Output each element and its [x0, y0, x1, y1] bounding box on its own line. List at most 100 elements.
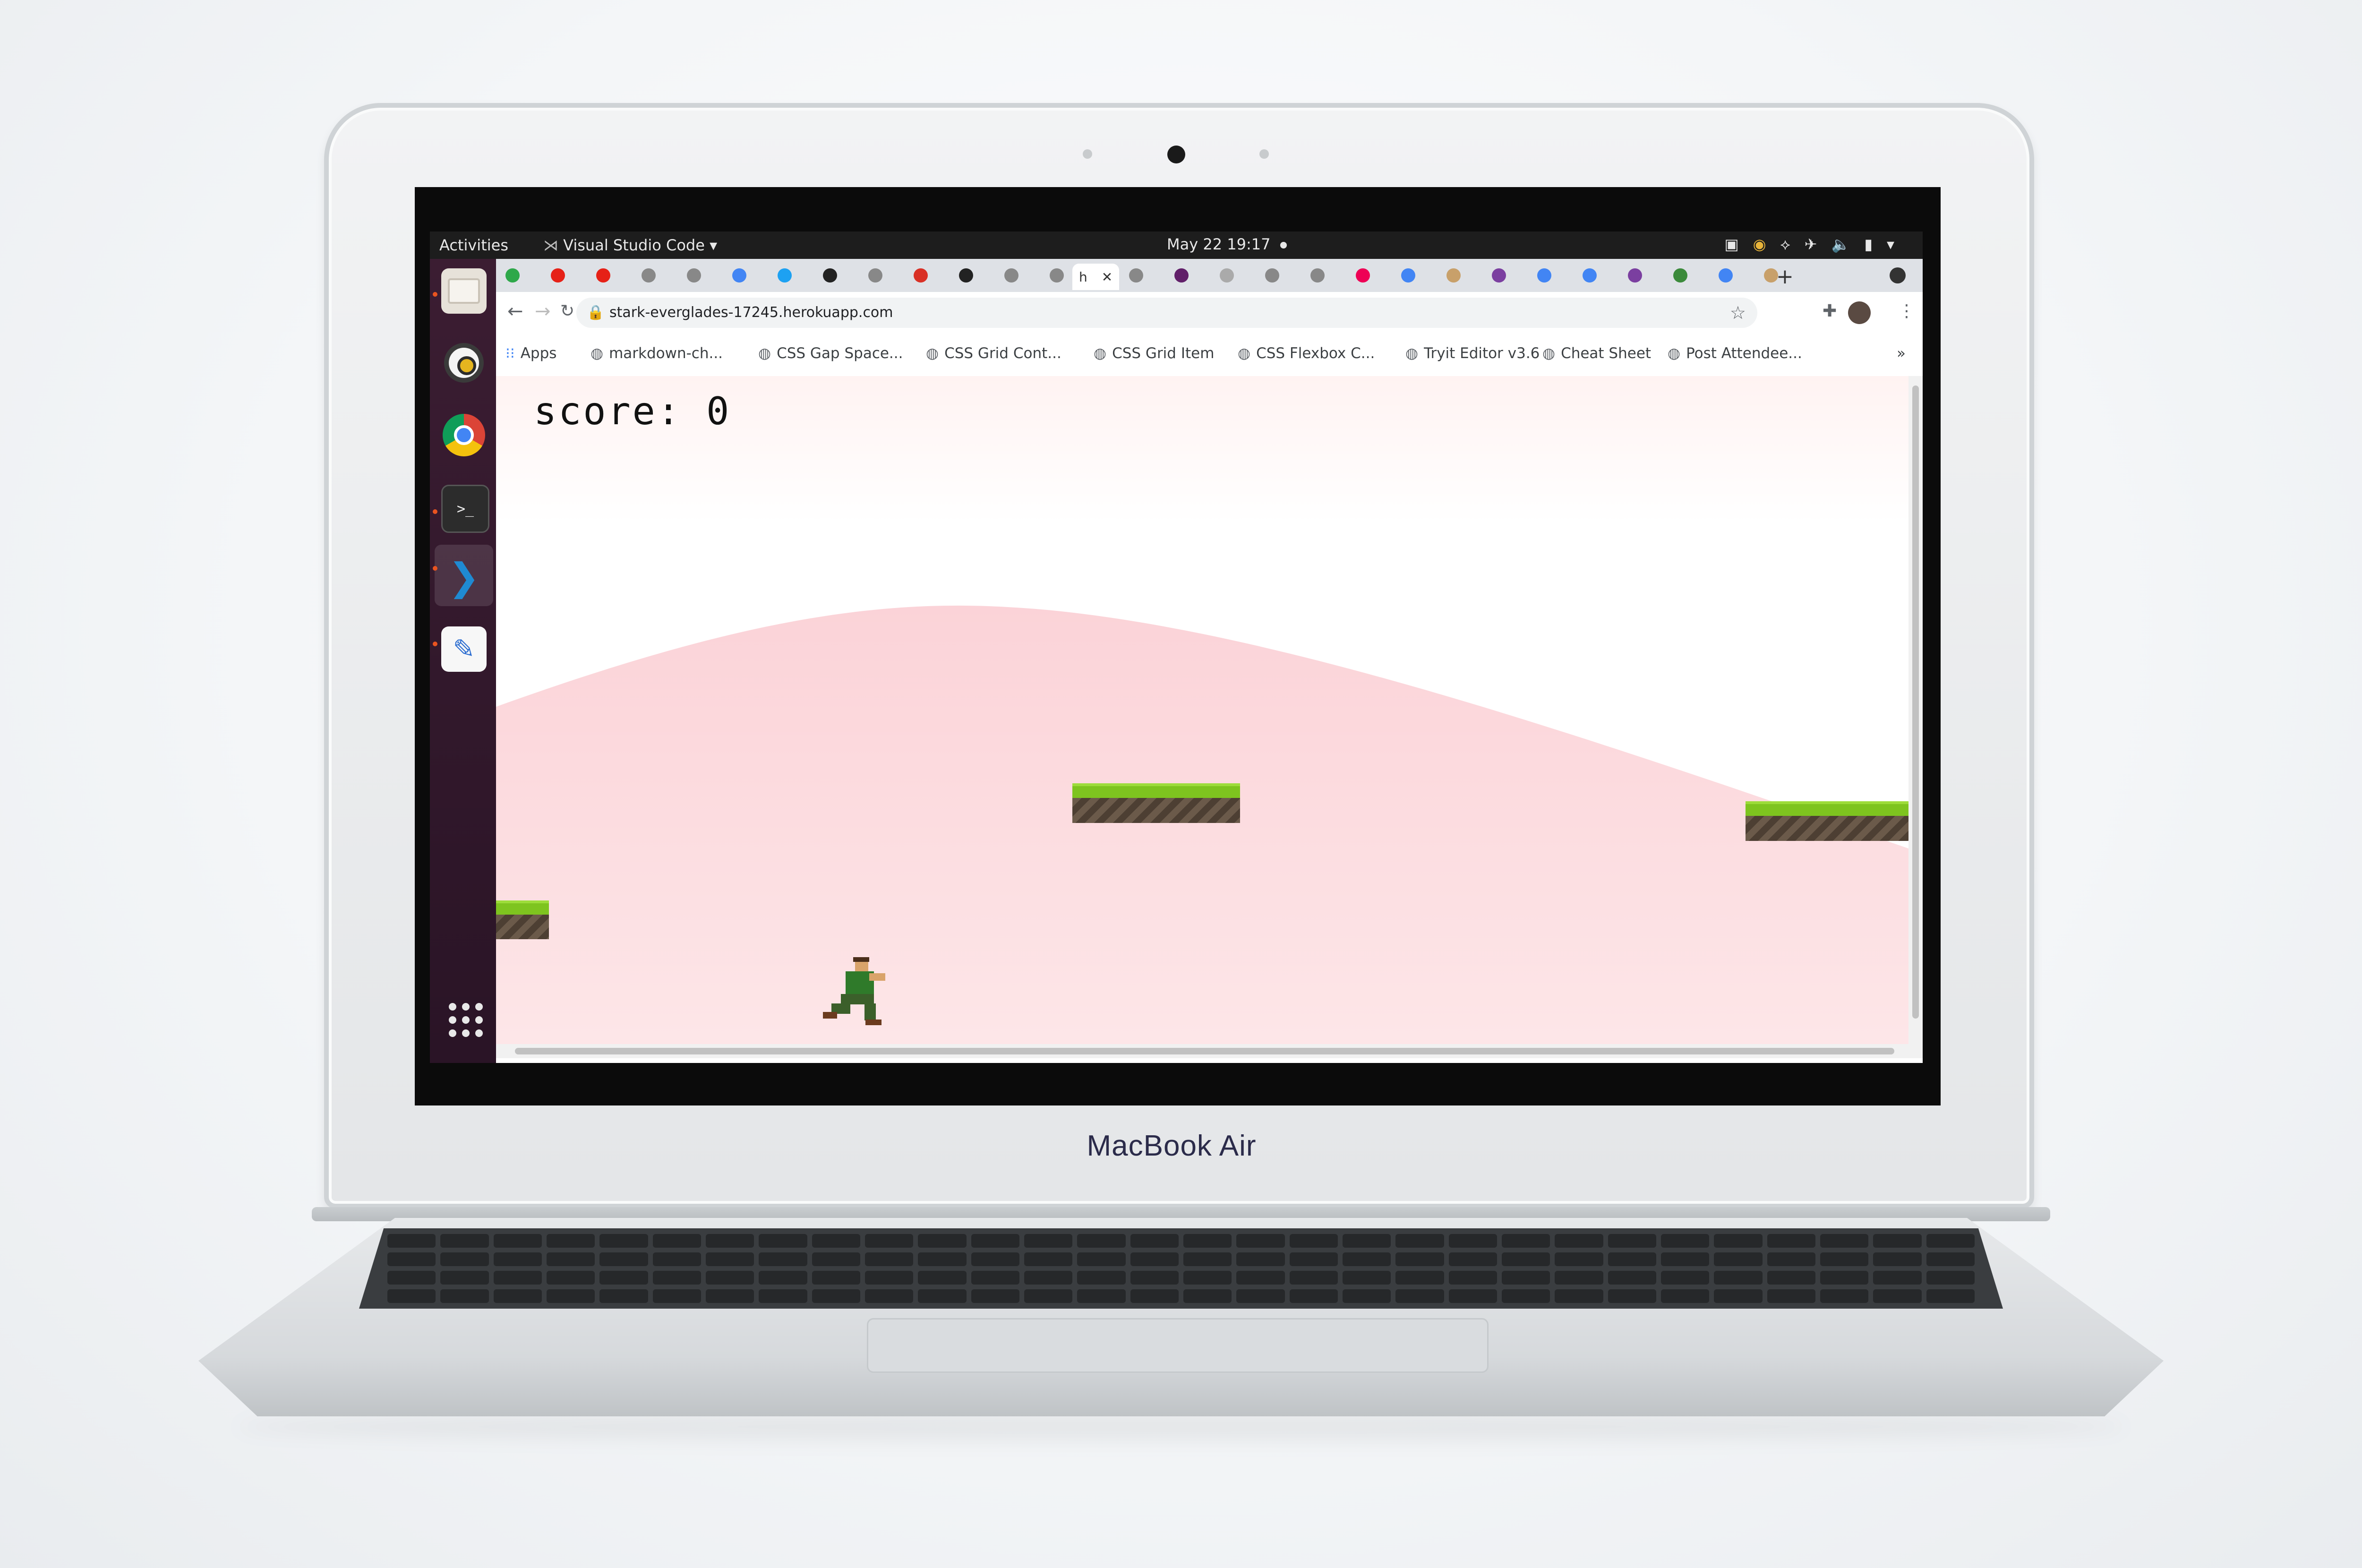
pinned-tab-favicon-icon[interactable] — [1673, 268, 1687, 283]
bookmarks-overflow[interactable]: » — [1897, 345, 1906, 362]
keyboard-key — [1077, 1252, 1126, 1266]
pinned-tab-favicon-icon[interactable] — [1764, 268, 1778, 283]
keyboard-key — [1395, 1234, 1444, 1248]
pinned-tab-favicon-icon[interactable] — [642, 268, 656, 283]
pinned-tab-favicon-icon[interactable] — [1310, 268, 1325, 283]
url-text[interactable]: stark-everglades-17245.herokuapp.com — [609, 304, 893, 321]
keyboard-key — [759, 1289, 807, 1303]
back-icon[interactable]: ← — [507, 300, 523, 322]
bookmark-item[interactable]: ◍ CSS Grid Cont... — [926, 345, 1061, 362]
scroll-thumb[interactable] — [515, 1048, 1894, 1054]
keyboard-key — [706, 1252, 754, 1266]
keyboard-key — [918, 1234, 967, 1248]
activities-button[interactable]: Activities — [439, 236, 508, 254]
vscode-small-icon: ⋊ — [543, 236, 564, 254]
pinned-tab-favicon-icon[interactable] — [914, 268, 928, 283]
terminal-icon[interactable]: >_ — [441, 485, 489, 533]
tab-search-icon[interactable] — [1890, 267, 1906, 283]
keyboard-key — [1502, 1289, 1550, 1303]
chrome-icon[interactable] — [441, 412, 487, 458]
kebab-menu-icon[interactable]: ⋮ — [1898, 301, 1915, 321]
pinned-tab-favicon-icon[interactable] — [1356, 268, 1370, 283]
text-editor-icon[interactable]: ✎ — [441, 626, 487, 672]
vscode-icon[interactable]: ❯ — [441, 554, 487, 600]
tab-strip: h ✕ + — [496, 259, 1923, 292]
keyboard-key — [1183, 1271, 1232, 1285]
pinned-tab-favicon-icon[interactable] — [1492, 268, 1506, 283]
battery-icon[interactable]: ▮ — [1864, 235, 1887, 253]
airplane-icon[interactable]: ✈ — [1805, 235, 1831, 253]
pinned-tab-favicon-icon[interactable] — [1446, 268, 1461, 283]
pinned-tab-favicon-icon[interactable] — [868, 268, 882, 283]
keyboard-key — [1395, 1289, 1444, 1303]
pinned-tab-favicon-icon[interactable] — [1174, 268, 1189, 283]
bookmark-item[interactable]: ◍ CSS Flexbox C... — [1238, 345, 1375, 362]
bookmark-apps[interactable]: ⁝⁝ Apps — [505, 345, 556, 362]
new-tab-button[interactable]: + — [1776, 265, 1794, 289]
keyboard-key — [1873, 1252, 1922, 1266]
pinned-tab-favicon-icon[interactable] — [732, 268, 746, 283]
pinned-tab-favicon-icon[interactable] — [596, 268, 610, 283]
profile-avatar[interactable] — [1848, 301, 1871, 324]
keyboard-key — [918, 1271, 967, 1285]
address-bar[interactable]: 🔒 stark-everglades-17245.herokuapp.com ☆ — [576, 298, 1757, 328]
bookmark-item[interactable]: ◍ Tryit Editor v3.6 — [1405, 345, 1540, 362]
bookmark-label: markdown-ch... — [609, 345, 723, 362]
system-tray[interactable]: ▣◉⟡✈🔈▮▾ — [1724, 235, 1908, 254]
pinned-tab-favicon-icon[interactable] — [1628, 268, 1642, 283]
keyboard-key — [440, 1271, 489, 1285]
show-applications-button[interactable] — [449, 1003, 483, 1037]
camera-sensor-right — [1259, 149, 1269, 159]
keyboard-key — [1608, 1271, 1656, 1285]
bookmark-item[interactable]: ◍ Cheat Sheet — [1542, 345, 1651, 362]
chrome-tray-icon[interactable]: ◉ — [1753, 235, 1780, 253]
screen-icon[interactable]: ▣ — [1724, 235, 1753, 253]
pinned-tab-favicon-icon[interactable] — [778, 268, 792, 283]
active-tab[interactable]: h ✕ — [1072, 264, 1120, 290]
bookmark-item[interactable]: ◍ CSS Grid Item — [1094, 345, 1214, 362]
pinned-tab-favicon-icon[interactable] — [1004, 268, 1018, 283]
keyboard-key — [1502, 1271, 1550, 1285]
pinned-tab-favicon-icon[interactable] — [1220, 268, 1234, 283]
pinned-tab-favicon-icon[interactable] — [1050, 268, 1064, 283]
pinned-tab-favicon-icon[interactable] — [959, 268, 973, 283]
keyboard-key — [1395, 1271, 1444, 1285]
keyboard-key — [1343, 1271, 1391, 1285]
pinned-tab-favicon-icon[interactable] — [823, 268, 837, 283]
bookmark-item[interactable]: ◍ CSS Gap Space... — [758, 345, 903, 362]
pinned-tab-favicon-icon[interactable] — [505, 268, 520, 283]
files-icon[interactable] — [441, 268, 487, 314]
app-menu[interactable]: ⋊ Visual Studio Code ▾ — [543, 236, 717, 254]
keyboard-key — [493, 1252, 542, 1266]
pinned-tab-favicon-icon[interactable] — [1719, 268, 1733, 283]
reload-icon[interactable]: ↻ — [560, 301, 574, 321]
forward-icon[interactable]: → — [535, 300, 551, 322]
network-icon[interactable]: ⟡ — [1780, 235, 1805, 253]
pinned-tab-favicon-icon[interactable] — [1401, 268, 1415, 283]
keyboard-key — [1289, 1252, 1338, 1266]
extensions-icon[interactable]: ✚ — [1823, 301, 1837, 321]
bookmark-star-icon[interactable]: ☆ — [1730, 302, 1746, 323]
volume-icon[interactable]: 🔈 — [1831, 235, 1864, 253]
pinned-tab-favicon-icon[interactable] — [1583, 268, 1597, 283]
close-icon[interactable]: ✕ — [1102, 269, 1113, 285]
bookmark-item[interactable]: ◍ markdown-ch... — [590, 345, 723, 362]
scroll-thumb[interactable] — [1912, 386, 1919, 1019]
keyboard-key — [1661, 1252, 1710, 1266]
apps-grid-icon: ⁝⁝ — [505, 345, 515, 362]
dock: >_ ❯ ✎ — [430, 259, 496, 1063]
pinned-tab-favicon-icon[interactable] — [1265, 268, 1279, 283]
pinned-tab-favicon-icon[interactable] — [1129, 268, 1143, 283]
chevron-down-icon[interactable]: ▾ — [1887, 235, 1908, 253]
pinned-tab-favicon-icon[interactable] — [687, 268, 701, 283]
pinned-tab-favicon-icon[interactable] — [551, 268, 565, 283]
clock[interactable]: May 22 19:17 — [1167, 235, 1270, 253]
bookmark-item[interactable]: ◍ Post Attendee... — [1668, 345, 1802, 362]
pinned-tab-favicon-icon[interactable] — [1537, 268, 1551, 283]
keyboard-key — [1077, 1271, 1126, 1285]
game-canvas[interactable]: score: 0 — [496, 376, 1908, 1044]
horizontal-scrollbar[interactable] — [496, 1044, 1923, 1058]
rhythmbox-icon[interactable] — [441, 340, 487, 386]
keyboard-key — [493, 1234, 542, 1248]
vertical-scrollbar[interactable] — [1908, 376, 1923, 1044]
